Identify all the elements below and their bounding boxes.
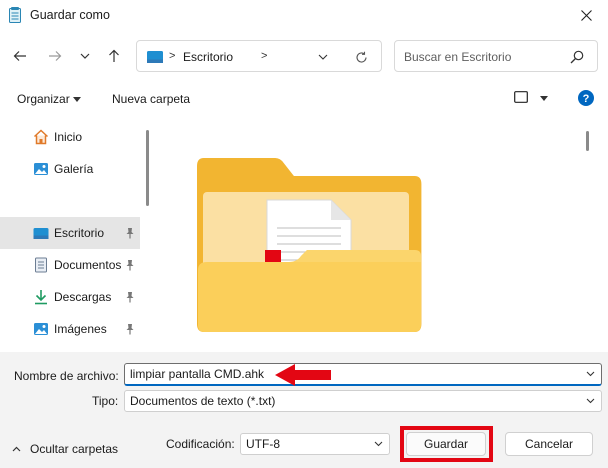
folder-with-document-icon[interactable] xyxy=(195,154,425,374)
encoding-value: UTF-8 xyxy=(246,437,280,451)
pictures-icon xyxy=(34,323,48,335)
help-icon[interactable]: ? xyxy=(578,90,594,106)
pin-icon[interactable] xyxy=(125,323,135,335)
desktop-icon xyxy=(147,51,163,63)
organize-button[interactable]: Organizar xyxy=(17,92,70,106)
chevron-down-icon[interactable] xyxy=(586,398,595,404)
encoding-label: Codificación: xyxy=(166,437,235,451)
content-scrollbar[interactable] xyxy=(586,131,589,151)
breadcrumb-separator: > xyxy=(169,50,176,62)
hide-folders-label: Ocultar carpetas xyxy=(30,442,119,456)
address-dropdown-button[interactable] xyxy=(315,49,331,65)
forward-button[interactable] xyxy=(43,44,67,68)
search-icon xyxy=(570,50,584,64)
filename-value[interactable]: limpiar pantalla CMD.ahk xyxy=(130,367,264,381)
sidebar-item-label: Documentos xyxy=(54,258,122,272)
file-type-value: Documentos de texto (*.txt) xyxy=(130,394,276,408)
recent-locations-button[interactable] xyxy=(73,44,97,68)
sidebar-item-label: Descargas xyxy=(54,290,112,304)
pin-icon[interactable] xyxy=(125,291,135,303)
pin-icon[interactable] xyxy=(125,259,135,271)
sidebar-item-imagenes[interactable]: Imágenes xyxy=(0,313,140,345)
search-box[interactable]: Buscar en Escritorio xyxy=(394,40,598,72)
search-input[interactable]: Buscar en Escritorio xyxy=(404,50,511,64)
desktop-icon xyxy=(33,228,49,239)
sidebar-item-label: Galería xyxy=(54,162,94,176)
new-folder-button[interactable]: Nueva carpeta xyxy=(112,92,190,106)
window-title: Guardar como xyxy=(30,8,110,22)
title-bar: Guardar como xyxy=(0,0,608,30)
sidebar-item-descargas[interactable]: Descargas xyxy=(0,281,140,313)
sidebar-item-galeria[interactable]: Galería xyxy=(0,153,140,185)
sidebar-scrollbar[interactable] xyxy=(146,130,149,206)
cancel-button[interactable]: Cancelar xyxy=(505,432,593,456)
view-options-icon[interactable] xyxy=(514,91,528,103)
filename-field[interactable]: limpiar pantalla CMD.ahk xyxy=(124,363,602,386)
filename-label: Nombre de archivo: xyxy=(14,369,119,383)
command-bar: Organizar Nueva carpeta ? xyxy=(0,86,608,112)
chevron-down-icon xyxy=(80,53,90,59)
back-button[interactable] xyxy=(8,44,32,68)
sidebar-item-label: Imágenes xyxy=(54,322,107,336)
sidebar-item-documentos[interactable]: Documentos xyxy=(0,249,140,281)
annotation-arrow-icon xyxy=(275,364,331,386)
chevron-down-icon[interactable] xyxy=(374,441,383,447)
navigation-bar: > Escritorio > Buscar en Escritorio xyxy=(0,36,608,76)
refresh-button[interactable] xyxy=(353,49,369,65)
chevron-up-icon xyxy=(12,446,21,452)
chevron-down-icon[interactable] xyxy=(586,371,595,377)
arrow-up-icon xyxy=(109,49,119,62)
file-type-select[interactable]: Documentos de texto (*.txt) xyxy=(124,390,602,412)
home-icon xyxy=(33,129,49,145)
encoding-select[interactable]: UTF-8 xyxy=(240,433,390,455)
notepad-icon xyxy=(9,7,21,23)
pin-icon[interactable] xyxy=(125,227,135,239)
download-icon xyxy=(35,290,47,305)
hide-folders-button[interactable]: Ocultar carpetas xyxy=(10,441,130,457)
gallery-icon xyxy=(34,163,48,175)
address-bar[interactable]: > Escritorio > xyxy=(136,40,382,72)
breadcrumb-separator[interactable]: > xyxy=(261,50,267,62)
file-list xyxy=(157,120,608,352)
sidebar-item-inicio[interactable]: Inicio xyxy=(0,121,140,153)
chevron-down-icon xyxy=(318,54,328,60)
navigation-pane: Inicio Galería Escritorio Documentos Des… xyxy=(0,120,142,352)
caret-down-icon[interactable] xyxy=(540,96,548,101)
sidebar-item-label: Escritorio xyxy=(54,226,105,240)
refresh-icon xyxy=(355,51,367,63)
up-button[interactable] xyxy=(102,44,126,68)
sidebar-item-label: Inicio xyxy=(54,130,83,144)
caret-down-icon[interactable] xyxy=(73,97,81,102)
arrow-right-icon xyxy=(49,51,62,61)
sidebar-item-escritorio[interactable]: Escritorio xyxy=(0,217,140,249)
breadcrumb-escritorio[interactable]: Escritorio xyxy=(183,50,233,64)
close-button[interactable] xyxy=(564,0,608,30)
file-type-label: Tipo: xyxy=(92,394,119,408)
arrow-left-icon xyxy=(13,51,26,61)
close-icon xyxy=(580,9,592,21)
svg-text:?: ? xyxy=(583,93,590,105)
documents-icon xyxy=(35,257,47,273)
highlight-box xyxy=(400,426,493,462)
